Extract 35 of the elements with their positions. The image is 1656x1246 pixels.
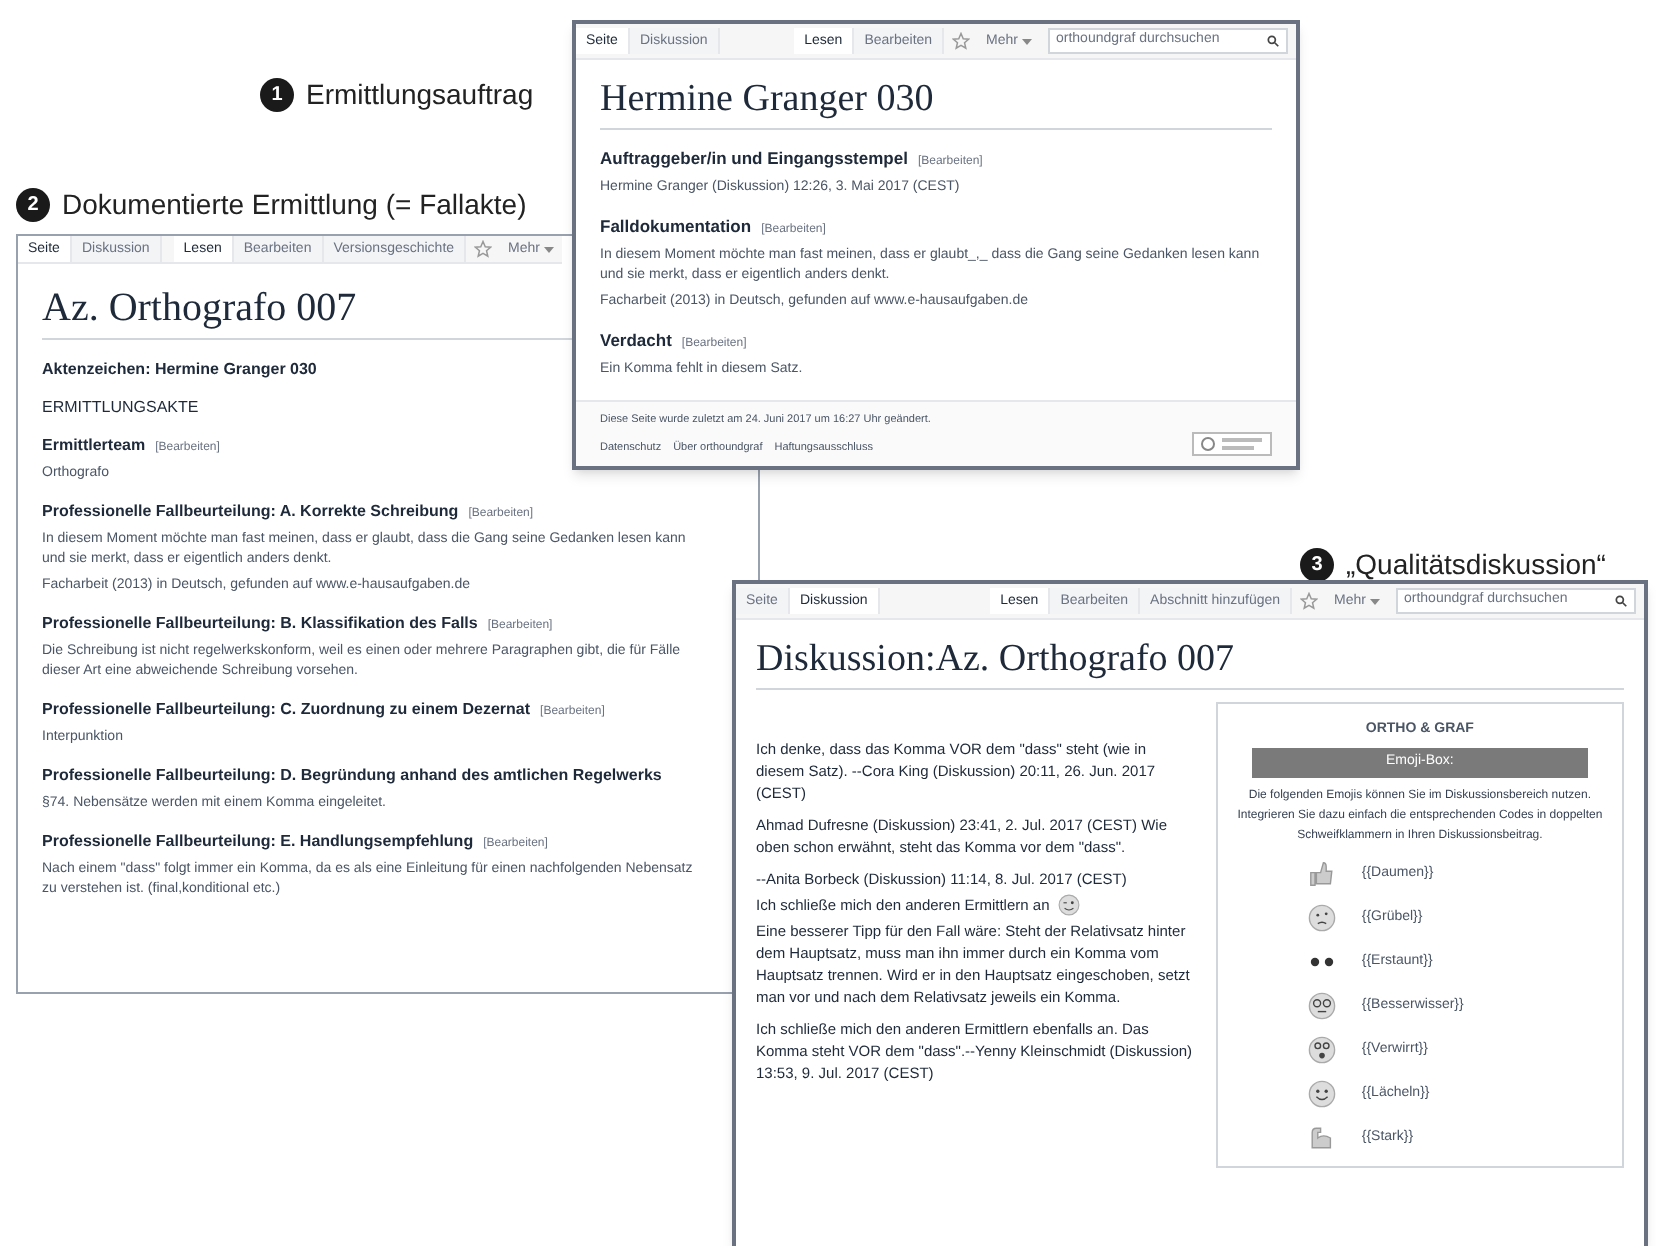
pondering-face-icon bbox=[1307, 903, 1336, 932]
section-heading: Professionelle Fallbeurteilung: D. Begründung anhand des amtlichen Regelwerks bbox=[42, 764, 662, 788]
eyes-icon bbox=[1307, 955, 1336, 968]
callout-label: „Qualitätsdiskussion“ bbox=[1346, 546, 1606, 584]
section-heading: Ermittlerteam bbox=[42, 434, 146, 458]
page-title: Diskussion:Az. Orthografo 007 bbox=[756, 636, 1624, 690]
number-badge: 3 bbox=[1300, 548, 1334, 582]
number-badge: 1 bbox=[260, 78, 294, 112]
mediawiki-badge-icon[interactable] bbox=[1192, 432, 1272, 457]
search-icon bbox=[1614, 594, 1628, 608]
file-number: Aktenzeichen: Hermine Granger 030 bbox=[42, 358, 317, 382]
glasses-face-icon bbox=[1307, 991, 1336, 1020]
star-icon[interactable] bbox=[474, 240, 493, 258]
caret-icon bbox=[1022, 37, 1032, 45]
section-heading: Professionelle Fallbeurteilung: C. Zuordnung zu einem Dezernat bbox=[42, 698, 531, 722]
star-icon[interactable] bbox=[952, 32, 971, 50]
section-heading: Falldokumentation bbox=[600, 213, 752, 239]
search-icon bbox=[1266, 34, 1280, 48]
callout-label: Ermittlungsauftrag bbox=[306, 76, 534, 114]
caret-icon bbox=[1370, 597, 1380, 605]
flexed-arm-icon bbox=[1307, 1123, 1336, 1152]
section-heading: Professionelle Fallbeurteilung: E. Handlungsempfehlung bbox=[42, 830, 474, 854]
winking-face-icon bbox=[1057, 893, 1080, 916]
thumbs-up-icon bbox=[1307, 859, 1336, 888]
page-title: Hermine Granger 030 bbox=[600, 76, 1272, 130]
section-heading: Auftraggeber/in und Eingangsstempel bbox=[600, 145, 908, 171]
smiley-icon bbox=[1307, 1079, 1336, 1108]
section-heading: Professionelle Fallbeurteilung: B. Klassifikation des Falls bbox=[42, 612, 478, 636]
file-label: ERMITTLUNGSAKTE bbox=[42, 396, 199, 420]
caret-icon bbox=[544, 245, 554, 253]
section-heading: Professionelle Fallbeurteilung: A. Korrekte Schreibung bbox=[42, 500, 459, 524]
callout-label: Dokumentierte Ermittlung (= Fallakte) bbox=[62, 186, 527, 224]
dizzy-face-icon bbox=[1307, 1035, 1336, 1064]
number-badge: 2 bbox=[16, 188, 50, 222]
star-icon[interactable] bbox=[1300, 592, 1319, 610]
